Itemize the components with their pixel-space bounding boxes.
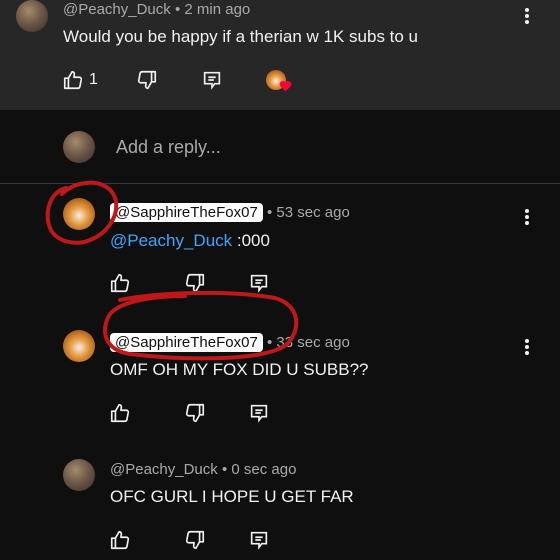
- avatar[interactable]: [63, 330, 95, 362]
- dislike-icon[interactable]: [184, 529, 206, 551]
- dislike-icon[interactable]: [184, 272, 206, 294]
- reply-meta: @Peachy_Duck • 0 sec ago: [110, 461, 297, 478]
- top-comment: @Peachy_Duck • 2 min ago Would you be ha…: [0, 0, 560, 110]
- comment-meta: @Peachy_Duck • 2 min ago: [63, 1, 251, 18]
- more-options-icon[interactable]: [524, 6, 530, 26]
- reply-text: OFC GURL I HOPE U GET FAR: [110, 487, 354, 506]
- like-icon[interactable]: [109, 402, 131, 424]
- like-icon[interactable]: [109, 529, 131, 551]
- avatar[interactable]: [63, 459, 95, 491]
- comment-text: Would you be happy if a therian w 1K sub…: [63, 27, 419, 46]
- reply-author[interactable]: @SapphireTheFox07: [110, 333, 263, 352]
- mention-link[interactable]: @Peachy_Duck: [110, 231, 232, 250]
- more-options-icon[interactable]: [524, 337, 530, 357]
- reply-time: 0 sec ago: [231, 461, 297, 478]
- like-count: 1: [89, 71, 98, 88]
- reply-meta: @SapphireTheFox07 • 53 sec ago: [110, 203, 350, 222]
- like-icon[interactable]: [62, 69, 84, 91]
- reply-author[interactable]: @SapphireTheFox07: [110, 203, 263, 222]
- avatar[interactable]: [63, 198, 95, 230]
- reply-author[interactable]: @Peachy_Duck: [110, 461, 218, 478]
- more-options-icon[interactable]: [524, 207, 530, 227]
- comment-time: 2 min ago: [184, 1, 251, 18]
- reply-meta: @SapphireTheFox07 • 33 sec ago: [110, 333, 350, 352]
- reply-time: 53 sec ago: [276, 204, 350, 221]
- reply-text: @Peachy_Duck :000: [110, 231, 270, 250]
- user-avatar: [63, 131, 95, 163]
- dislike-icon[interactable]: [136, 69, 158, 91]
- reply-input[interactable]: Add a reply...: [116, 137, 221, 158]
- dislike-icon[interactable]: [184, 402, 206, 424]
- comment-author[interactable]: @Peachy_Duck: [63, 1, 171, 18]
- reply-input-underline: [0, 183, 560, 184]
- heart-icon: [279, 80, 292, 92]
- reply-icon[interactable]: [201, 69, 223, 91]
- avatar[interactable]: [16, 0, 48, 32]
- reply-text: OMF OH MY FOX DID U SUBB??: [110, 360, 369, 379]
- reply-icon[interactable]: [248, 272, 270, 294]
- reply-time: 33 sec ago: [276, 334, 350, 351]
- reply-icon[interactable]: [248, 402, 270, 424]
- reply-icon[interactable]: [248, 529, 270, 551]
- like-icon[interactable]: [109, 272, 131, 294]
